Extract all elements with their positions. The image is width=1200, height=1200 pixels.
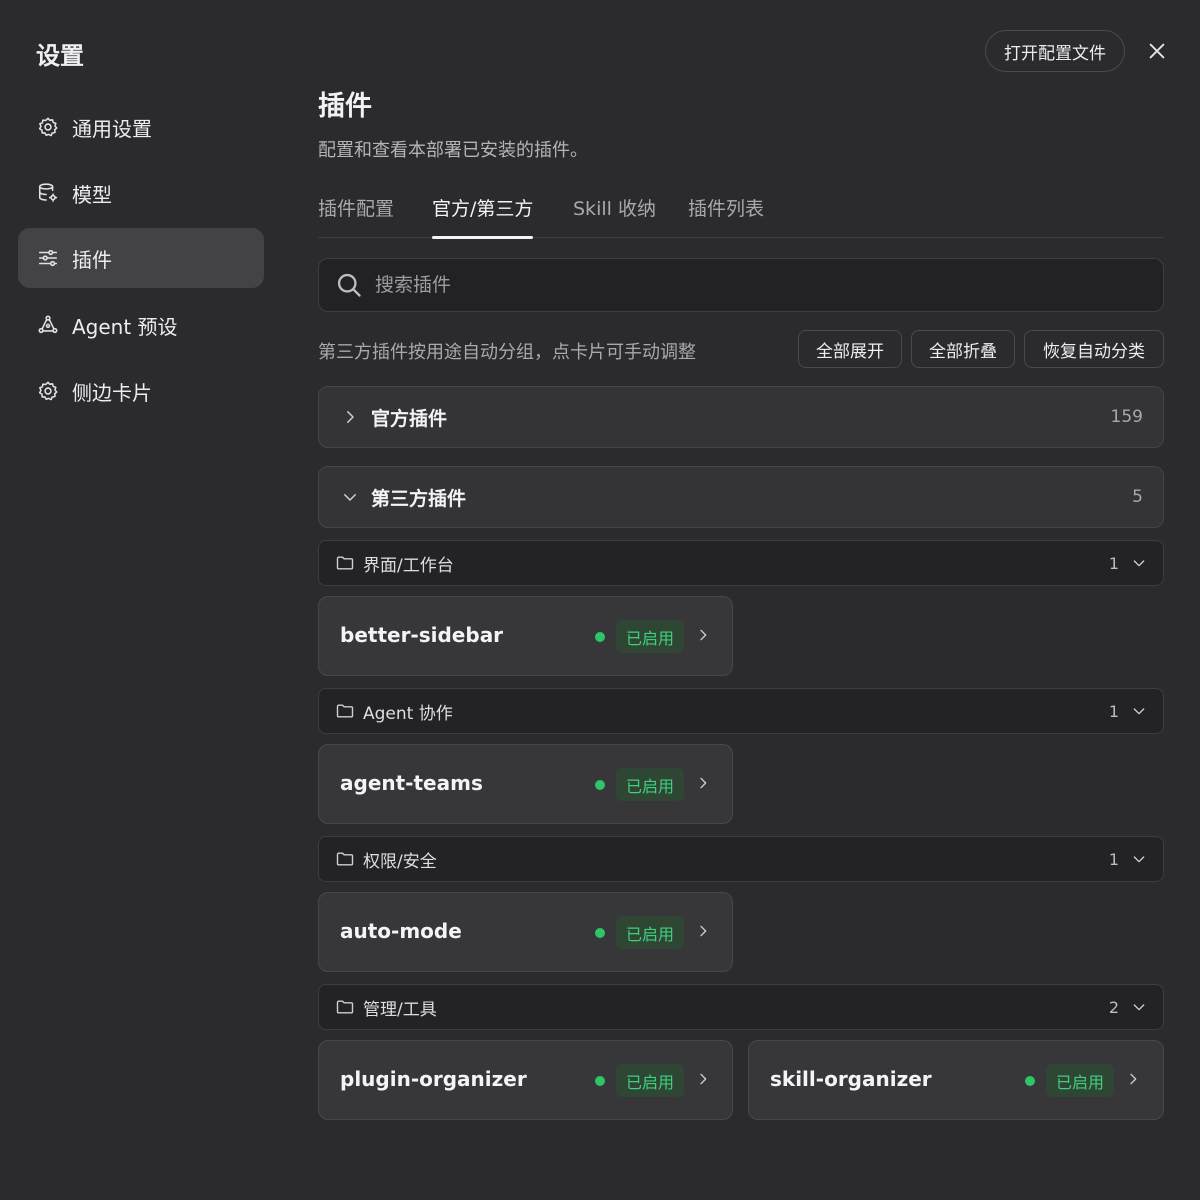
category-permissions-security[interactable]: 权限/安全 1 xyxy=(318,836,1164,882)
plugin-card-agent-teams[interactable]: agent-teams 已启用 xyxy=(318,744,733,824)
category-count: 1 xyxy=(1108,849,1119,869)
status-badge: 已启用 xyxy=(616,1064,684,1097)
gear-icon xyxy=(36,379,60,403)
category-ui-workbench[interactable]: 界面/工作台 1 xyxy=(318,540,1164,586)
sidebar-item-label: Agent 预设 xyxy=(72,314,178,339)
sidebar-item-plugins[interactable]: 插件 xyxy=(18,228,264,288)
plugin-name: auto-mode xyxy=(340,919,462,943)
chevron-right-icon xyxy=(700,777,707,789)
group-official-plugins[interactable]: 官方插件 159 xyxy=(318,386,1164,448)
tab-plugin-list[interactable]: 插件列表 xyxy=(688,194,764,238)
settings-window: 设置 通用设置 模型 插件 Agent 预设 侧边卡片 打开配置文件 插件 配置… xyxy=(0,0,1200,1200)
status-dot xyxy=(595,632,605,642)
plugin-name: better-sidebar xyxy=(340,623,504,647)
plugin-card-plugin-organizer[interactable]: plugin-organizer 已启用 xyxy=(318,1040,733,1120)
page-description: 配置和查看本部署已安装的插件。 xyxy=(318,140,588,161)
chevron-right-icon xyxy=(347,411,354,423)
chevron-right-icon xyxy=(700,925,707,937)
sidebar-item-models[interactable]: 模型 xyxy=(18,163,264,223)
search-icon xyxy=(337,273,361,297)
group-title: 官方插件 xyxy=(371,407,448,430)
plugin-card-better-sidebar[interactable]: better-sidebar 已启用 xyxy=(318,596,733,676)
sidebar-item-agent-presets[interactable]: Agent 预设 xyxy=(18,295,264,355)
chevron-down-icon xyxy=(1133,708,1145,715)
search-box xyxy=(318,258,1164,312)
chevron-down-icon xyxy=(1133,856,1145,863)
page-title: 插件 xyxy=(318,91,372,122)
plugin-name: skill-organizer xyxy=(770,1067,932,1091)
open-config-button[interactable]: 打开配置文件 xyxy=(985,30,1125,72)
close-icon xyxy=(1149,43,1165,59)
database-gear-icon xyxy=(36,181,60,205)
collapse-all-button[interactable]: 全部折叠 xyxy=(911,330,1015,368)
category-management-tools[interactable]: 管理/工具 2 xyxy=(318,984,1164,1030)
folder-icon xyxy=(336,704,354,718)
status-badge: 已启用 xyxy=(616,768,684,801)
gear-icon xyxy=(36,115,60,139)
plugin-name: agent-teams xyxy=(340,771,483,795)
reset-auto-category-button[interactable]: 恢复自动分类 xyxy=(1024,330,1164,368)
sidebar-title: 设置 xyxy=(36,42,84,70)
status-badge: 已启用 xyxy=(1046,1064,1114,1097)
sidebar-item-label: 插件 xyxy=(72,247,112,272)
chevron-right-icon xyxy=(700,1073,707,1085)
chevron-down-icon xyxy=(1133,1004,1145,1011)
expand-all-button[interactable]: 全部展开 xyxy=(798,330,902,368)
group-title: 第三方插件 xyxy=(371,487,467,510)
status-dot xyxy=(595,780,605,790)
group-third-party-plugins[interactable]: 第三方插件 5 xyxy=(318,466,1164,528)
tab-plugin-config[interactable]: 插件配置 xyxy=(318,194,394,238)
sidebar-item-general[interactable]: 通用设置 xyxy=(18,97,264,157)
category-title: 界面/工作台 xyxy=(363,555,454,576)
group-count: 159 xyxy=(1110,407,1143,427)
category-count: 1 xyxy=(1108,701,1119,721)
category-title: 管理/工具 xyxy=(363,999,437,1020)
folder-icon xyxy=(336,852,354,866)
folder-icon xyxy=(336,556,354,570)
sidebar-item-label: 侧边卡片 xyxy=(72,380,152,405)
chevron-right-icon xyxy=(1130,1073,1137,1085)
plugin-name: plugin-organizer xyxy=(340,1067,527,1091)
status-badge: 已启用 xyxy=(616,916,684,949)
tab-bar: 插件配置 官方/第三方 Skill 收纳 插件列表 xyxy=(318,190,1164,239)
sliders-icon xyxy=(36,246,60,270)
category-title: Agent 协作 xyxy=(363,703,453,724)
agent-icon xyxy=(36,313,60,337)
status-dot xyxy=(1025,1076,1035,1086)
plugin-card-auto-mode[interactable]: auto-mode 已启用 xyxy=(318,892,733,972)
chevron-right-icon xyxy=(700,629,707,641)
grouping-hint: 第三方插件按用途自动分组，点卡片可手动调整 xyxy=(318,342,696,363)
status-dot xyxy=(595,928,605,938)
close-button[interactable] xyxy=(1142,36,1172,66)
category-count: 2 xyxy=(1108,997,1119,1017)
status-dot xyxy=(595,1076,605,1086)
status-badge: 已启用 xyxy=(616,620,684,653)
chevron-down-icon xyxy=(1133,560,1145,567)
search-input[interactable] xyxy=(373,273,1133,297)
sidebar-item-side-cards[interactable]: 侧边卡片 xyxy=(18,361,264,421)
category-title: 权限/安全 xyxy=(363,851,437,872)
tab-skill-storage[interactable]: Skill 收纳 xyxy=(573,194,656,238)
folder-icon xyxy=(336,1000,354,1014)
sidebar-item-label: 通用设置 xyxy=(72,116,152,141)
category-agent-collab[interactable]: Agent 协作 1 xyxy=(318,688,1164,734)
group-count: 5 xyxy=(1132,487,1143,507)
chevron-down-icon xyxy=(344,494,356,501)
tab-official-third-party[interactable]: 官方/第三方 xyxy=(432,194,534,239)
category-count: 1 xyxy=(1108,553,1119,573)
plugin-card-skill-organizer[interactable]: skill-organizer 已启用 xyxy=(748,1040,1164,1120)
sidebar-item-label: 模型 xyxy=(72,182,112,207)
